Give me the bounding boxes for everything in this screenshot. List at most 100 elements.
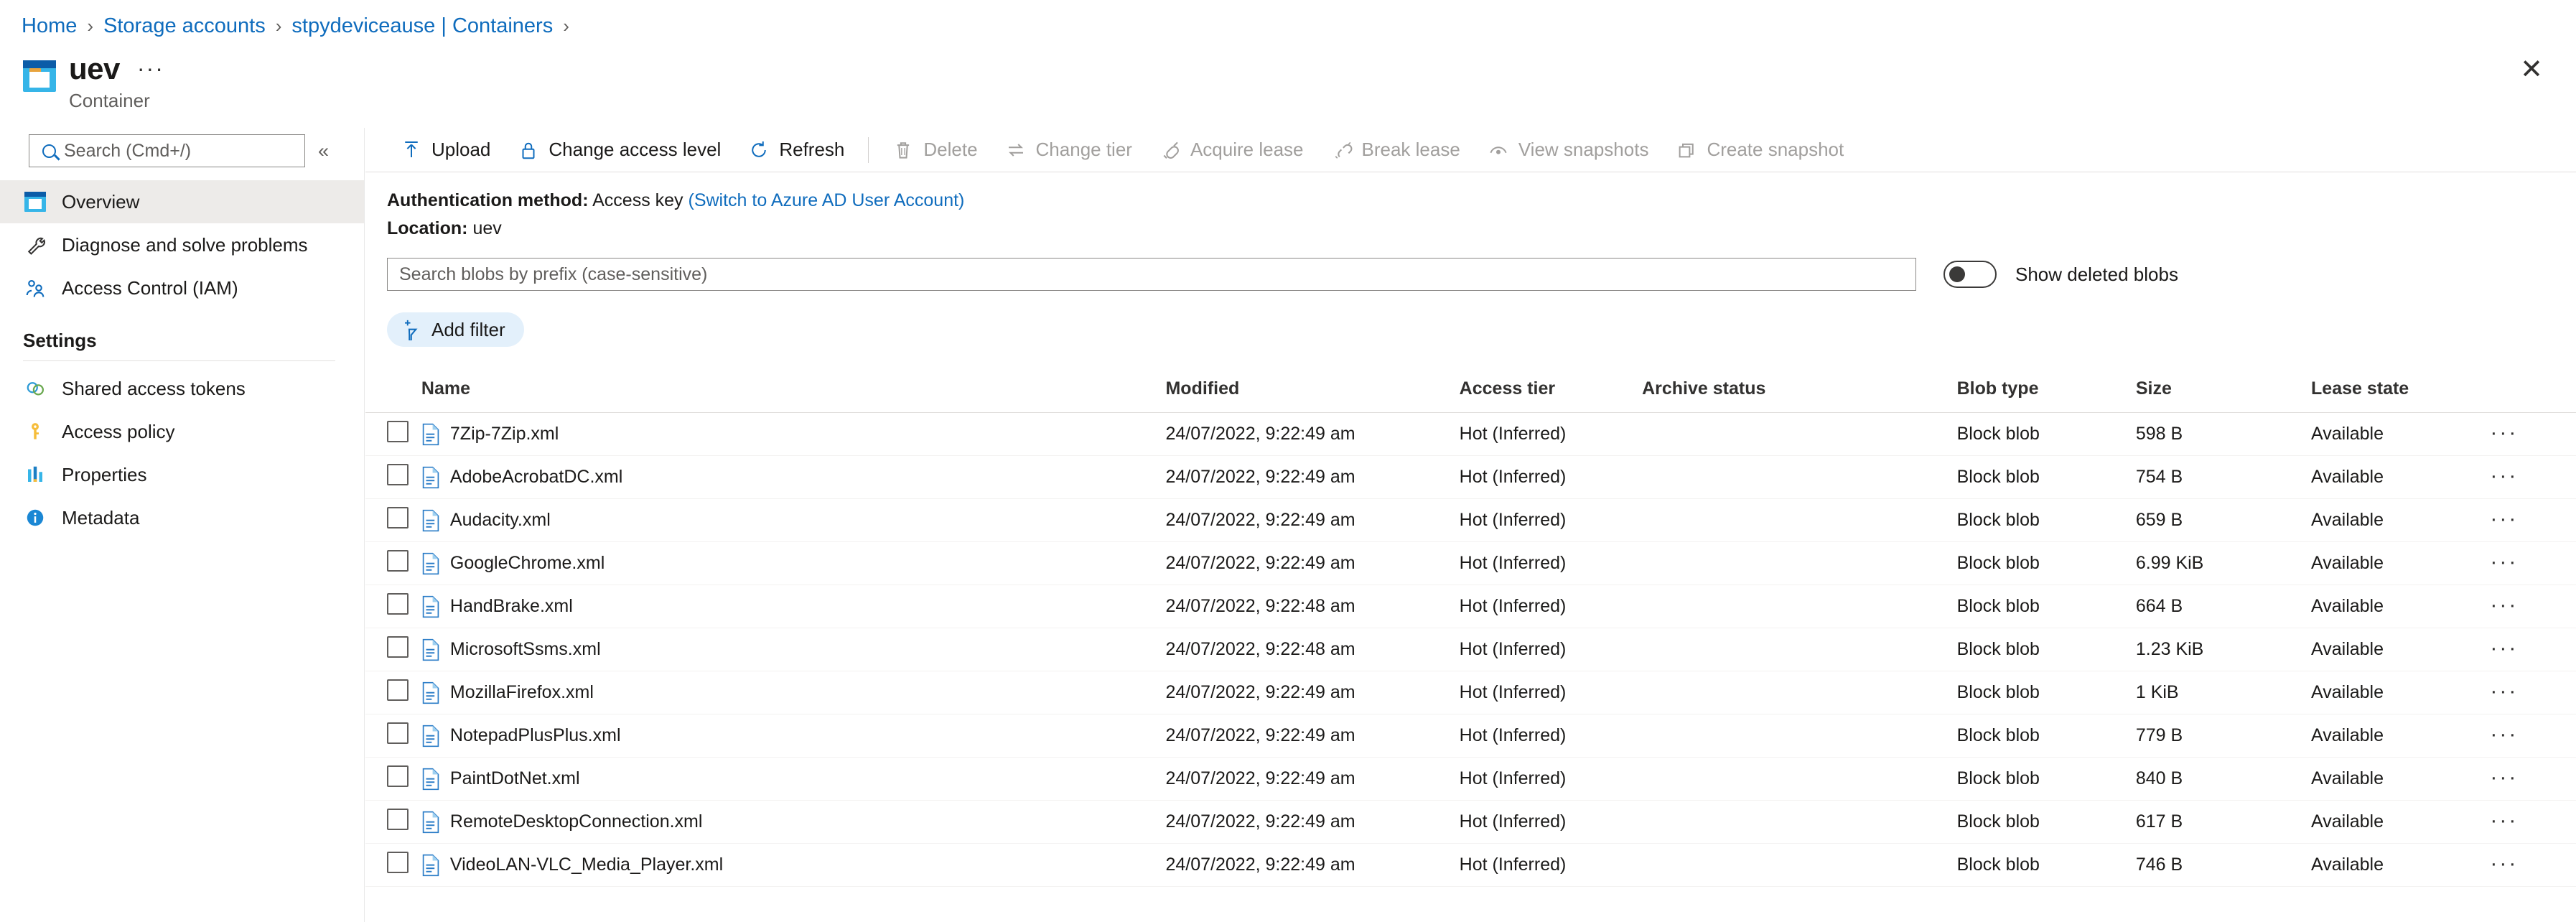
table-row[interactable]: GoogleChrome.xml 24/07/2022, 9:22:49 am Ho… [365,541,2576,585]
table-row[interactable]: 7Zip-7Zip.xml 24/07/2022, 9:22:49 am Hot (… [365,412,2576,456]
row-checkbox-cell [365,671,421,714]
cell-size: 659 B [2135,498,2312,542]
row-more-menu-button[interactable]: ··· [2490,593,2518,617]
cell-type: Block blob [1956,412,2136,456]
blob-search-input[interactable] [399,264,1904,285]
row-more-menu-button[interactable]: ··· [2490,809,2518,832]
blob-name-cell: MozillaFirefox.xml [421,681,1166,704]
cell-lease: Available [2311,412,2491,456]
table-row[interactable]: VideoLAN-VLC_Media_Player.xml 24/07/2022,… [365,843,2576,887]
blob-name-cell: NotepadPlusPlus.xml [421,725,1166,748]
row-more-menu-button[interactable]: ··· [2490,679,2518,703]
page-more-menu[interactable]: ··· [137,56,164,80]
row-more-menu-button[interactable]: ··· [2490,636,2518,660]
row-checkbox[interactable] [387,679,409,701]
table-row[interactable]: AdobeAcrobatDC.xml 24/07/2022, 9:22:49 am… [365,455,2576,499]
row-more-menu-button[interactable]: ··· [2490,421,2518,444]
table-row[interactable]: RemoteDesktopConnection.xml 24/07/2022, 9… [365,800,2576,844]
sidebar-item-properties[interactable]: Properties [0,453,364,496]
row-checkbox[interactable] [387,722,409,744]
column-header-lease-state[interactable]: Lease state [2311,371,2491,413]
table-header-row: Name Modified Access tier Archive status Blo… [365,371,2576,413]
cell-lease: Available [2311,455,2491,499]
row-checkbox[interactable] [387,507,409,528]
row-more-menu-button[interactable]: ··· [2490,722,2518,746]
cell-modified: 24/07/2022, 9:22:48 am [1165,628,1460,671]
blob-name-link[interactable]: MozillaFirefox.xml [450,682,594,703]
people-icon [23,276,47,300]
cell-type: Block blob [1956,541,2136,585]
sidebar-item-diagnose-and-solve-problems[interactable]: Diagnose and solve problems [0,223,364,266]
row-checkbox[interactable] [387,421,409,442]
row-checkbox[interactable] [387,636,409,658]
search-icon [42,144,56,158]
search-input[interactable] [64,140,279,162]
sidebar-item-access-control-iam[interactable]: Access Control (IAM) [0,266,364,309]
row-more-menu-button[interactable]: ··· [2490,765,2518,789]
row-checkbox[interactable] [387,550,409,572]
blob-name-link[interactable]: NotepadPlusPlus.xml [450,725,621,746]
table-row[interactable]: PaintDotNet.xml 24/07/2022, 9:22:49 am Hot… [365,757,2576,801]
blob-name-link[interactable]: Audacity.xml [450,510,551,531]
row-more-menu-button[interactable]: ··· [2490,464,2518,488]
blob-name-link[interactable]: PaintDotNet.xml [450,768,580,789]
table-row[interactable]: NotepadPlusPlus.xml 24/07/2022, 9:22:49 a… [365,714,2576,758]
row-more-menu-button[interactable]: ··· [2490,507,2518,531]
sidebar-item-metadata[interactable]: Metadata [0,496,364,539]
column-header-size[interactable]: Size [2135,371,2312,413]
row-menu-cell: ··· [2490,628,2576,671]
cell-lease: Available [2311,498,2491,542]
column-header-blob-type[interactable]: Blob type [1956,371,2136,413]
column-header-modified[interactable]: Modified [1165,371,1460,413]
xml-file-icon [422,681,439,704]
cell-size: 746 B [2135,843,2312,887]
sidebar-item-shared-access-tokens[interactable]: Shared access tokens [0,367,364,410]
cell-name: PaintDotNet.xml [421,757,1166,801]
upload-button[interactable]: Upload [387,128,504,172]
blob-name-link[interactable]: GoogleChrome.xml [450,553,605,574]
breadcrumb-item-2[interactable]: stpydeviceause | Containers [291,14,553,38]
column-header-access-tier[interactable]: Access tier [1459,371,1643,413]
toolbar-button-label: Break lease [1361,139,1460,160]
cell-lease: Available [2311,671,2491,714]
table-row[interactable]: MicrosoftSsms.xml 24/07/2022, 9:22:48 am H… [365,628,2576,671]
table-row[interactable]: HandBrake.xml 24/07/2022, 9:22:48 am Hot (… [365,585,2576,628]
row-checkbox-cell [365,628,421,671]
breadcrumb-item-1[interactable]: Storage accounts [103,14,266,38]
row-checkbox[interactable] [387,852,409,873]
refresh-button[interactable]: Refresh [734,128,858,172]
column-header-archive-status[interactable]: Archive status [1642,371,1957,413]
close-icon[interactable]: ✕ [2517,56,2546,85]
sidebar-item-access-policy[interactable]: Access policy [0,410,364,453]
row-checkbox[interactable] [387,809,409,830]
sidebar-item-overview[interactable]: Overview [0,180,364,223]
table-row[interactable]: MozillaFirefox.xml 24/07/2022, 9:22:49 am… [365,671,2576,714]
row-more-menu-button[interactable]: ··· [2490,852,2518,875]
breadcrumb-item-0[interactable]: Home [22,14,77,38]
collapse-sidebar-button[interactable]: « [318,140,329,162]
row-checkbox[interactable] [387,464,409,485]
row-more-menu-button[interactable]: ··· [2490,550,2518,574]
sidebar-search-box[interactable] [29,134,305,167]
cell-type: Block blob [1956,671,2136,714]
blob-name-link[interactable]: AdobeAcrobatDC.xml [450,467,622,488]
switch-auth-link[interactable]: (Switch to Azure AD User Account) [689,190,965,210]
column-header-name[interactable]: Name [421,371,1166,413]
blob-name-link[interactable]: HandBrake.xml [450,596,573,617]
cell-modified: 24/07/2022, 9:22:49 am [1165,714,1460,758]
change-access-level-button[interactable]: Change access level [504,128,734,172]
blob-name-link[interactable]: 7Zip-7Zip.xml [450,424,559,444]
blob-name-link[interactable]: VideoLAN-VLC_Media_Player.xml [450,855,723,875]
blob-name-link[interactable]: RemoteDesktopConnection.xml [450,811,703,832]
create-snapshot-button: Create snapshot [1662,128,1857,172]
row-checkbox[interactable] [387,593,409,615]
blob-name-link[interactable]: MicrosoftSsms.xml [450,639,601,660]
blob-name-cell: GoogleChrome.xml [421,552,1166,575]
blob-search-box[interactable] [387,258,1916,291]
cell-name: Audacity.xml [421,498,1166,542]
row-checkbox[interactable] [387,765,409,787]
table-row[interactable]: Audacity.xml 24/07/2022, 9:22:49 am Hot (I… [365,498,2576,542]
show-deleted-blobs-toggle[interactable] [1943,261,1997,288]
cell-tier: Hot (Inferred) [1459,412,1643,456]
add-filter-button[interactable]: Add filter [387,312,524,347]
